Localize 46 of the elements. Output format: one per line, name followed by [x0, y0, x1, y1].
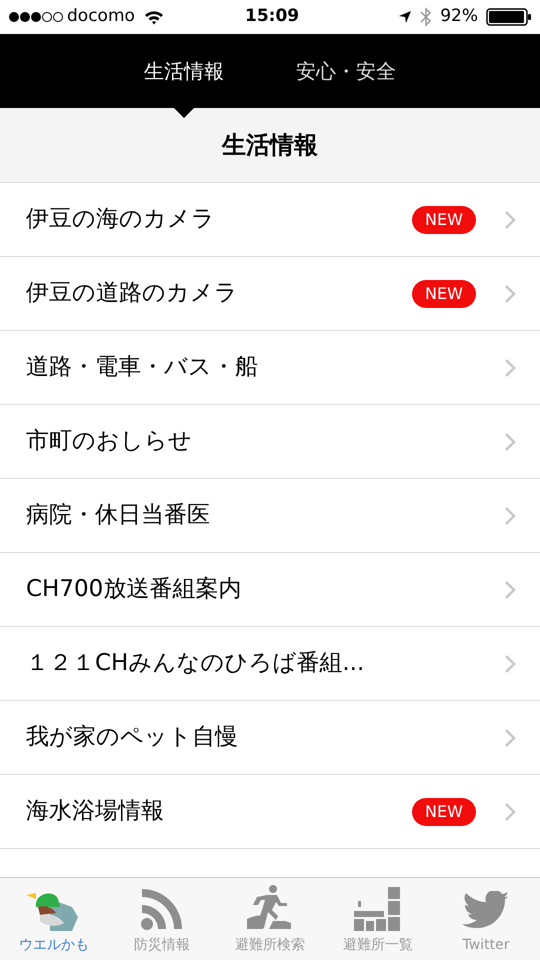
chevron-icon [504, 802, 516, 822]
list-row[interactable]: 海水浴場情報 NEW [0, 775, 540, 849]
list-row[interactable]: 道路・電車・バス・船 [0, 331, 540, 405]
list-row[interactable]: 市町のおしらせ [0, 405, 540, 479]
list-row[interactable]: 病院・休日当番医 [0, 479, 540, 553]
list-row[interactable]: １２１CHみんなのひろば番組... [0, 627, 540, 701]
chevron-icon [504, 358, 516, 378]
section-title: 生活情報 [222, 130, 318, 161]
row-label: 伊豆の海のカメラ [26, 205, 215, 234]
chevron-icon [504, 580, 516, 600]
chevron-icon [504, 432, 516, 452]
list-row[interactable]: 我が家のペット自慢 [0, 701, 540, 775]
row-label: 市町のおしらせ [26, 427, 192, 456]
location-arrow-icon [398, 10, 412, 24]
battery-percent: 92% [440, 5, 478, 28]
battery-icon [486, 8, 532, 26]
row-label: 道路・電車・バス・船 [26, 353, 258, 382]
top-tab[interactable]: 生活情報 [144, 34, 224, 108]
tab-bar-item[interactable]: ウエルかも [0, 878, 108, 960]
chevron-icon [504, 506, 516, 526]
row-label: 伊豆の道路のカメラ [26, 279, 238, 308]
chevron-icon [504, 284, 516, 304]
chevron-icon [504, 654, 516, 674]
chevron-icon [504, 210, 516, 230]
list-row[interactable]: CH700放送番組案内 [0, 553, 540, 627]
running-person-icon [247, 885, 293, 931]
new-badge: NEW [412, 798, 476, 826]
wifi-icon [144, 10, 164, 24]
row-label: １２１CHみんなのひろば番組... [26, 649, 364, 678]
bluetooth-icon [420, 7, 432, 27]
new-badge: NEW [412, 280, 476, 308]
rss-icon [140, 887, 184, 931]
clock-time: 15:09 [245, 5, 300, 28]
signal-icon [8, 11, 64, 23]
row-label: CH700放送番組案内 [26, 575, 242, 604]
top-tab[interactable]: 安心・安全 [296, 34, 396, 108]
row-label: 我が家のペット自慢 [26, 723, 238, 752]
list-row[interactable]: 伊豆の海のカメラ NEW [0, 183, 540, 257]
building-icon [354, 887, 402, 931]
list-row[interactable]: 伊豆の道路のカメラ NEW [0, 257, 540, 331]
new-badge: NEW [412, 206, 476, 234]
row-label: 病院・休日当番医 [26, 501, 210, 530]
bird-icon [462, 891, 510, 931]
chevron-icon [504, 728, 516, 748]
row-label: 海水浴場情報 [26, 797, 164, 826]
carrier-name: docomo [67, 5, 135, 28]
